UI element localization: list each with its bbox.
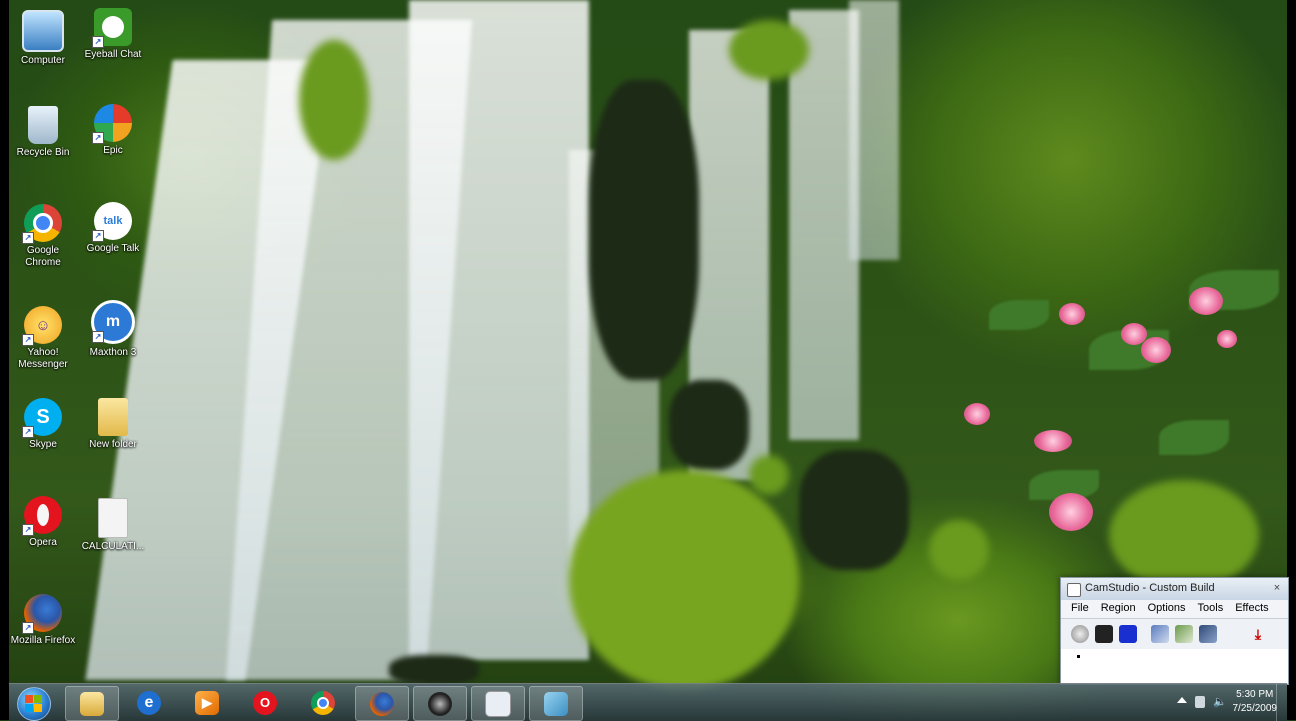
camstudio-toolbar: ⤓ <box>1061 619 1288 649</box>
desktop-icon-epic[interactable]: ↗ Epic <box>78 104 148 157</box>
taskbar-window-active[interactable] <box>471 686 525 721</box>
menu-options[interactable]: Options <box>1142 600 1192 618</box>
menu-file[interactable]: File <box>1065 600 1095 618</box>
window-icon <box>485 690 511 717</box>
show-hidden-icons[interactable] <box>1177 697 1187 703</box>
taskbar-windows-explorer[interactable] <box>65 686 119 721</box>
desktop-icon-skype[interactable]: S ↗ Skype <box>8 398 78 451</box>
close-icon[interactable]: × <box>1270 581 1284 595</box>
folder-icon <box>98 398 128 436</box>
minimize-icon[interactable]: ⤓ <box>1249 625 1267 643</box>
camstudio-app-icon <box>1067 583 1081 597</box>
webcam-icon[interactable] <box>1199 625 1217 643</box>
skype-icon: S ↗ <box>22 398 62 438</box>
camstudio-title: CamStudio - Custom Build <box>1085 582 1215 594</box>
camstudio-menubar: File Region Options Tools Effects <box>1061 600 1288 619</box>
google-talk-icon: talk ↗ <box>92 202 132 242</box>
stop-icon[interactable] <box>1119 625 1137 643</box>
folder-icon <box>80 691 104 716</box>
computer-icon <box>22 10 64 52</box>
ie-icon: e <box>137 690 161 715</box>
epic-browser-icon: ↗ <box>92 104 132 144</box>
start-button[interactable] <box>17 687 51 721</box>
desktop-icon-maxthon[interactable]: m ↗ Maxthon 3 <box>78 300 148 359</box>
clock-time: 5:30 PM <box>1236 689 1274 700</box>
menu-tools[interactable]: Tools <box>1192 600 1230 618</box>
taskbar-firefox[interactable] <box>355 686 409 721</box>
taskbar-chrome[interactable] <box>297 686 349 719</box>
clock[interactable]: 5:30 PM 7/25/2009 <box>1233 688 1278 716</box>
taskbar-camstudio[interactable] <box>413 686 467 721</box>
desktop-icon-calculation-file[interactable]: CALCULATI... <box>78 498 148 553</box>
media-player-icon: ▶ <box>195 690 219 715</box>
desktop-icon-yahoo-messenger[interactable]: ☺ ↗ Yahoo! Messenger <box>8 306 78 371</box>
desktop-icon-google-talk[interactable]: talk ↗ Google Talk <box>78 202 148 255</box>
annotation-icon[interactable] <box>1175 625 1193 643</box>
menu-region[interactable]: Region <box>1095 600 1142 618</box>
desktop-icon-firefox[interactable]: ↗ Mozilla Firefox <box>8 594 78 647</box>
yahoo-messenger-icon: ☺ ↗ <box>22 306 62 346</box>
webcam-icon <box>428 691 452 716</box>
camstudio-status-area <box>1061 649 1288 683</box>
camstudio-window[interactable]: CamStudio - Custom Build × File Region O… <box>1060 577 1289 685</box>
desktop-icon-recycle-bin[interactable]: Recycle Bin <box>8 106 78 159</box>
document-icon <box>98 498 128 538</box>
firefox-icon <box>370 691 394 716</box>
taskbar-aero[interactable] <box>529 686 583 721</box>
taskbar-opera[interactable]: O <box>239 686 291 719</box>
taskbar-media-player[interactable]: ▶ <box>181 686 233 719</box>
volume-icon[interactable]: 🔈 <box>1213 696 1227 708</box>
record-icon[interactable] <box>1071 625 1089 643</box>
eyeball-chat-icon: ↗ <box>92 8 132 48</box>
desktop-icon-eyeball-chat[interactable]: ↗ Eyeball Chat <box>78 8 148 61</box>
recycle-bin-icon <box>28 106 58 144</box>
show-desktop-button[interactable] <box>1276 684 1287 721</box>
taskbar: e ▶ O 🔈 5:30 PM 7/25/2009 <box>9 683 1287 721</box>
opera-icon: ↗ <box>22 496 62 536</box>
chrome-icon <box>311 690 335 715</box>
maxthon-icon: m ↗ <box>91 300 135 344</box>
pause-icon[interactable] <box>1095 625 1113 643</box>
menu-effects[interactable]: Effects <box>1229 600 1274 618</box>
network-icon[interactable] <box>1195 696 1205 708</box>
firefox-icon: ↗ <box>22 594 62 634</box>
system-tray: 🔈 5:30 PM 7/25/2009 <box>1107 684 1287 721</box>
desktop-icon-opera[interactable]: ↗ Opera <box>8 496 78 549</box>
desktop-icon-new-folder[interactable]: New folder <box>78 398 148 451</box>
clock-date: 7/25/2009 <box>1232 703 1278 714</box>
desktop-icon-computer[interactable]: Computer <box>8 10 78 67</box>
region-icon[interactable] <box>1151 625 1169 643</box>
desktop-icon-chrome[interactable]: ↗ Google Chrome <box>8 204 78 269</box>
chrome-icon: ↗ <box>22 204 62 244</box>
aero-icon <box>544 691 568 716</box>
taskbar-internet-explorer[interactable]: e <box>123 686 175 719</box>
opera-icon: O <box>253 690 277 715</box>
camstudio-titlebar[interactable]: CamStudio - Custom Build × <box>1061 578 1288 600</box>
